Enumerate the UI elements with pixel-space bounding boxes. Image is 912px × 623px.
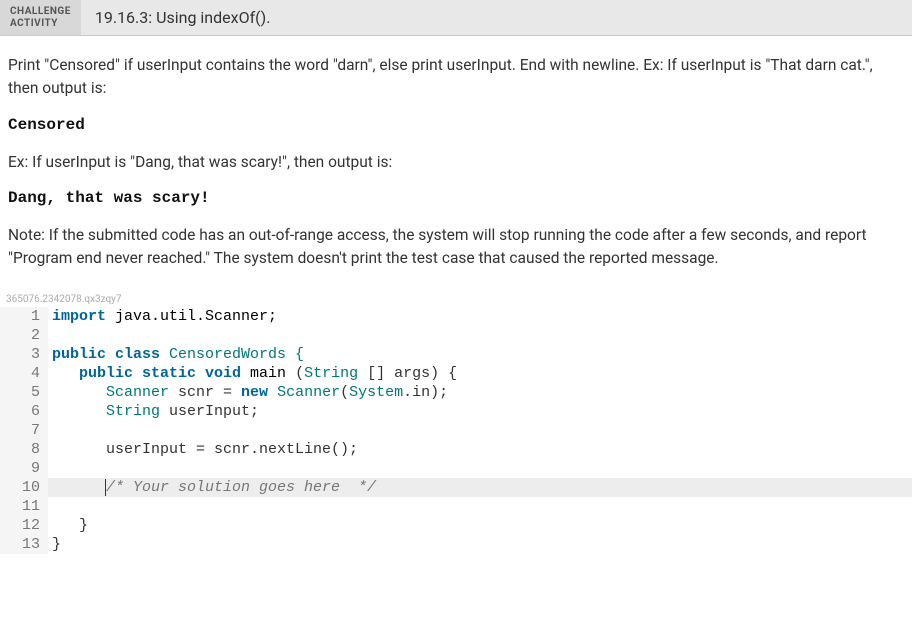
code-token: .in); [403, 384, 448, 401]
code-token: userInput; [160, 403, 259, 420]
watermark: 365076.2342078.qx3zqy7 [0, 292, 912, 307]
code-line[interactable]: } [48, 516, 912, 535]
code-token [52, 479, 106, 496]
line-number: 3 [0, 345, 40, 364]
code-token: ( [295, 365, 304, 382]
prompt-paragraph-1: Print "Censored" if userInput contains t… [8, 54, 904, 101]
code-token: Scanner [106, 384, 169, 401]
line-number: 6 [0, 402, 40, 421]
code-line[interactable]: /* Your solution goes here */ [48, 478, 912, 497]
code-token: public static void [79, 365, 250, 382]
line-number: 8 [0, 440, 40, 459]
code-token: ( [340, 384, 349, 401]
line-number: 7 [0, 421, 40, 440]
code-line[interactable]: public static void main (String [] args)… [48, 364, 912, 383]
code-token: scnr = [169, 384, 241, 401]
code-token: System [349, 384, 403, 401]
challenge-header: CHALLENGE ACTIVITY 19.16.3: Using indexO… [0, 0, 912, 36]
challenge-tag: CHALLENGE ACTIVITY [0, 0, 81, 35]
code-token: [] args) { [358, 365, 457, 382]
code-token: } [52, 517, 106, 534]
code-token: main [250, 365, 295, 382]
example-output-2: Dang, that was scary! [8, 186, 904, 210]
code-token [52, 384, 106, 401]
line-number-gutter: 12345678910111213 [0, 307, 48, 554]
code-editor[interactable]: 12345678910111213 import java.util.Scann… [0, 307, 912, 554]
code-token: java.util.Scanner; [115, 308, 277, 325]
challenge-title: 19.16.3: Using indexOf(). [81, 0, 285, 35]
code-line[interactable]: String userInput; [48, 402, 912, 421]
line-number: 10 [0, 478, 40, 497]
code-token: String [106, 403, 160, 420]
code-token: public class [52, 346, 169, 363]
prompt-paragraph-2: Ex: If userInput is "Dang, that was scar… [8, 151, 904, 174]
code-token: /* Your solution goes here */ [106, 479, 376, 496]
code-token: Scanner [277, 384, 340, 401]
example-output-1: Censored [8, 113, 904, 137]
code-token [52, 403, 106, 420]
code-line[interactable]: public class CensoredWords { [48, 345, 912, 364]
code-token: userInput = scnr.nextLine(); [52, 441, 358, 458]
prompt-section: Print "Censored" if userInput contains t… [0, 36, 912, 292]
code-line[interactable]: Scanner scnr = new Scanner(System.in); [48, 383, 912, 402]
code-token [52, 365, 79, 382]
line-number: 4 [0, 364, 40, 383]
line-number: 5 [0, 383, 40, 402]
code-token: CensoredWords { [169, 346, 304, 363]
code-token: } [52, 536, 61, 553]
code-line[interactable] [48, 459, 912, 478]
code-line[interactable] [48, 326, 912, 345]
challenge-tag-line1: CHALLENGE [10, 6, 71, 18]
challenge-tag-line2: ACTIVITY [10, 18, 71, 30]
code-area[interactable]: import java.util.Scanner; public class Ce… [48, 307, 912, 554]
line-number: 11 [0, 497, 40, 516]
code-token: import [52, 308, 115, 325]
code-line[interactable]: import java.util.Scanner; [48, 307, 912, 326]
prompt-paragraph-3: Note: If the submitted code has an out-o… [8, 224, 904, 271]
line-number: 9 [0, 459, 40, 478]
code-token: new [241, 384, 277, 401]
code-line[interactable] [48, 421, 912, 440]
line-number: 13 [0, 535, 40, 554]
code-line[interactable]: } [48, 535, 912, 554]
code-line[interactable] [48, 497, 912, 516]
code-line[interactable]: userInput = scnr.nextLine(); [48, 440, 912, 459]
line-number: 1 [0, 307, 40, 326]
code-token: String [304, 365, 358, 382]
line-number: 2 [0, 326, 40, 345]
line-number: 12 [0, 516, 40, 535]
